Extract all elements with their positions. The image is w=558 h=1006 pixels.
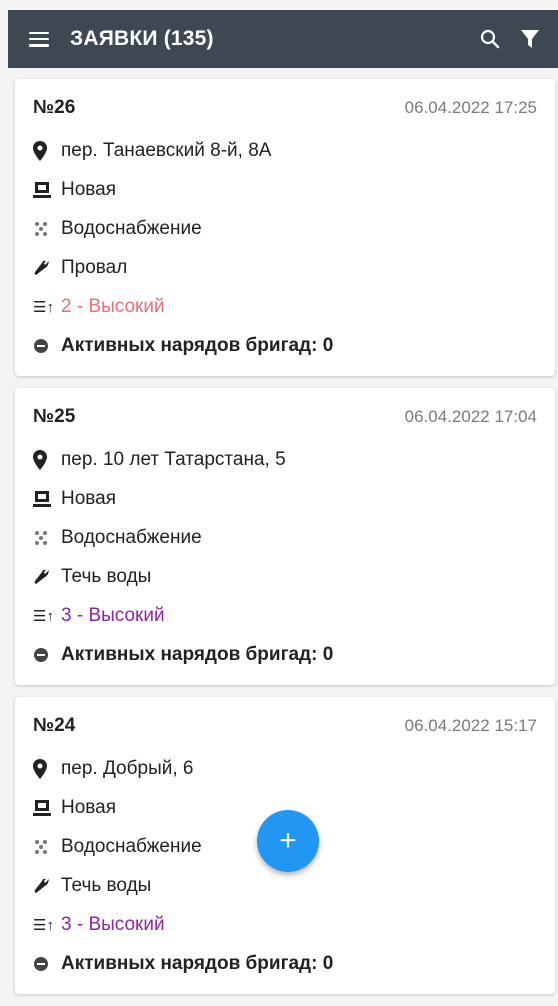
request-priority: 2 - Высокий	[61, 295, 165, 317]
wrench-icon	[33, 877, 55, 895]
request-address: пер. Танаевский 8-й, 8А	[61, 139, 272, 161]
request-active-orders: Активных нарядов бригад: 0	[61, 643, 334, 665]
add-request-button[interactable]: +	[257, 810, 319, 872]
request-card[interactable]: №25 06.04.2022 17:04 пер. 10 лет Татарст…	[15, 388, 555, 685]
request-service: Водоснабжение	[61, 217, 202, 239]
filter-button[interactable]	[510, 10, 550, 68]
water-icon	[33, 221, 55, 237]
status-icon	[33, 490, 55, 508]
priority-icon: ☰↑	[33, 607, 54, 625]
water-icon	[33, 839, 55, 855]
menu-icon	[29, 31, 49, 47]
priority-icon: ☰↑	[33, 916, 54, 934]
location-pin-icon	[33, 449, 55, 470]
location-pin-icon	[33, 758, 55, 779]
request-active-orders: Активных нарядов бригад: 0	[61, 952, 334, 974]
info-icon	[33, 956, 55, 972]
request-number: №25	[33, 406, 76, 427]
request-problem: Течь воды	[61, 874, 152, 896]
app-bar: ЗАЯВКИ (135)	[8, 10, 558, 68]
status-icon	[33, 181, 55, 199]
wrench-icon	[33, 259, 55, 277]
page-title: ЗАЯВКИ (135)	[70, 27, 214, 50]
location-pin-icon	[33, 140, 55, 161]
request-number: №26	[33, 97, 76, 118]
request-number: №24	[33, 715, 76, 736]
menu-button[interactable]	[18, 10, 60, 68]
request-status: Новая	[61, 178, 117, 200]
request-status: Новая	[61, 487, 117, 509]
request-problem: Течь воды	[61, 565, 152, 587]
status-icon	[33, 799, 55, 817]
request-date: 06.04.2022 17:04	[404, 407, 537, 426]
request-address: пер. 10 лет Татарстана, 5	[61, 448, 286, 470]
request-problem: Провал	[61, 256, 128, 278]
info-icon	[33, 647, 55, 663]
priority-icon: ☰↑	[33, 298, 54, 316]
request-address: пер. Добрый, 6	[61, 757, 194, 779]
info-icon	[33, 338, 55, 354]
request-card[interactable]: №26 06.04.2022 17:25 пер. Танаевский 8-й…	[15, 79, 555, 376]
request-priority: 3 - Высокий	[61, 604, 165, 626]
search-icon	[480, 29, 500, 49]
filter-icon	[521, 30, 539, 48]
request-service: Водоснабжение	[61, 835, 202, 857]
request-date: 06.04.2022 15:17	[404, 716, 537, 735]
request-service: Водоснабжение	[61, 526, 202, 548]
wrench-icon	[33, 568, 55, 586]
search-button[interactable]	[470, 10, 510, 68]
request-date: 06.04.2022 17:25	[404, 98, 537, 117]
request-status: Новая	[61, 796, 117, 818]
water-icon	[33, 530, 55, 546]
plus-icon: +	[279, 824, 297, 857]
request-priority: 3 - Высокий	[61, 913, 165, 935]
request-active-orders: Активных нарядов бригад: 0	[61, 334, 334, 356]
